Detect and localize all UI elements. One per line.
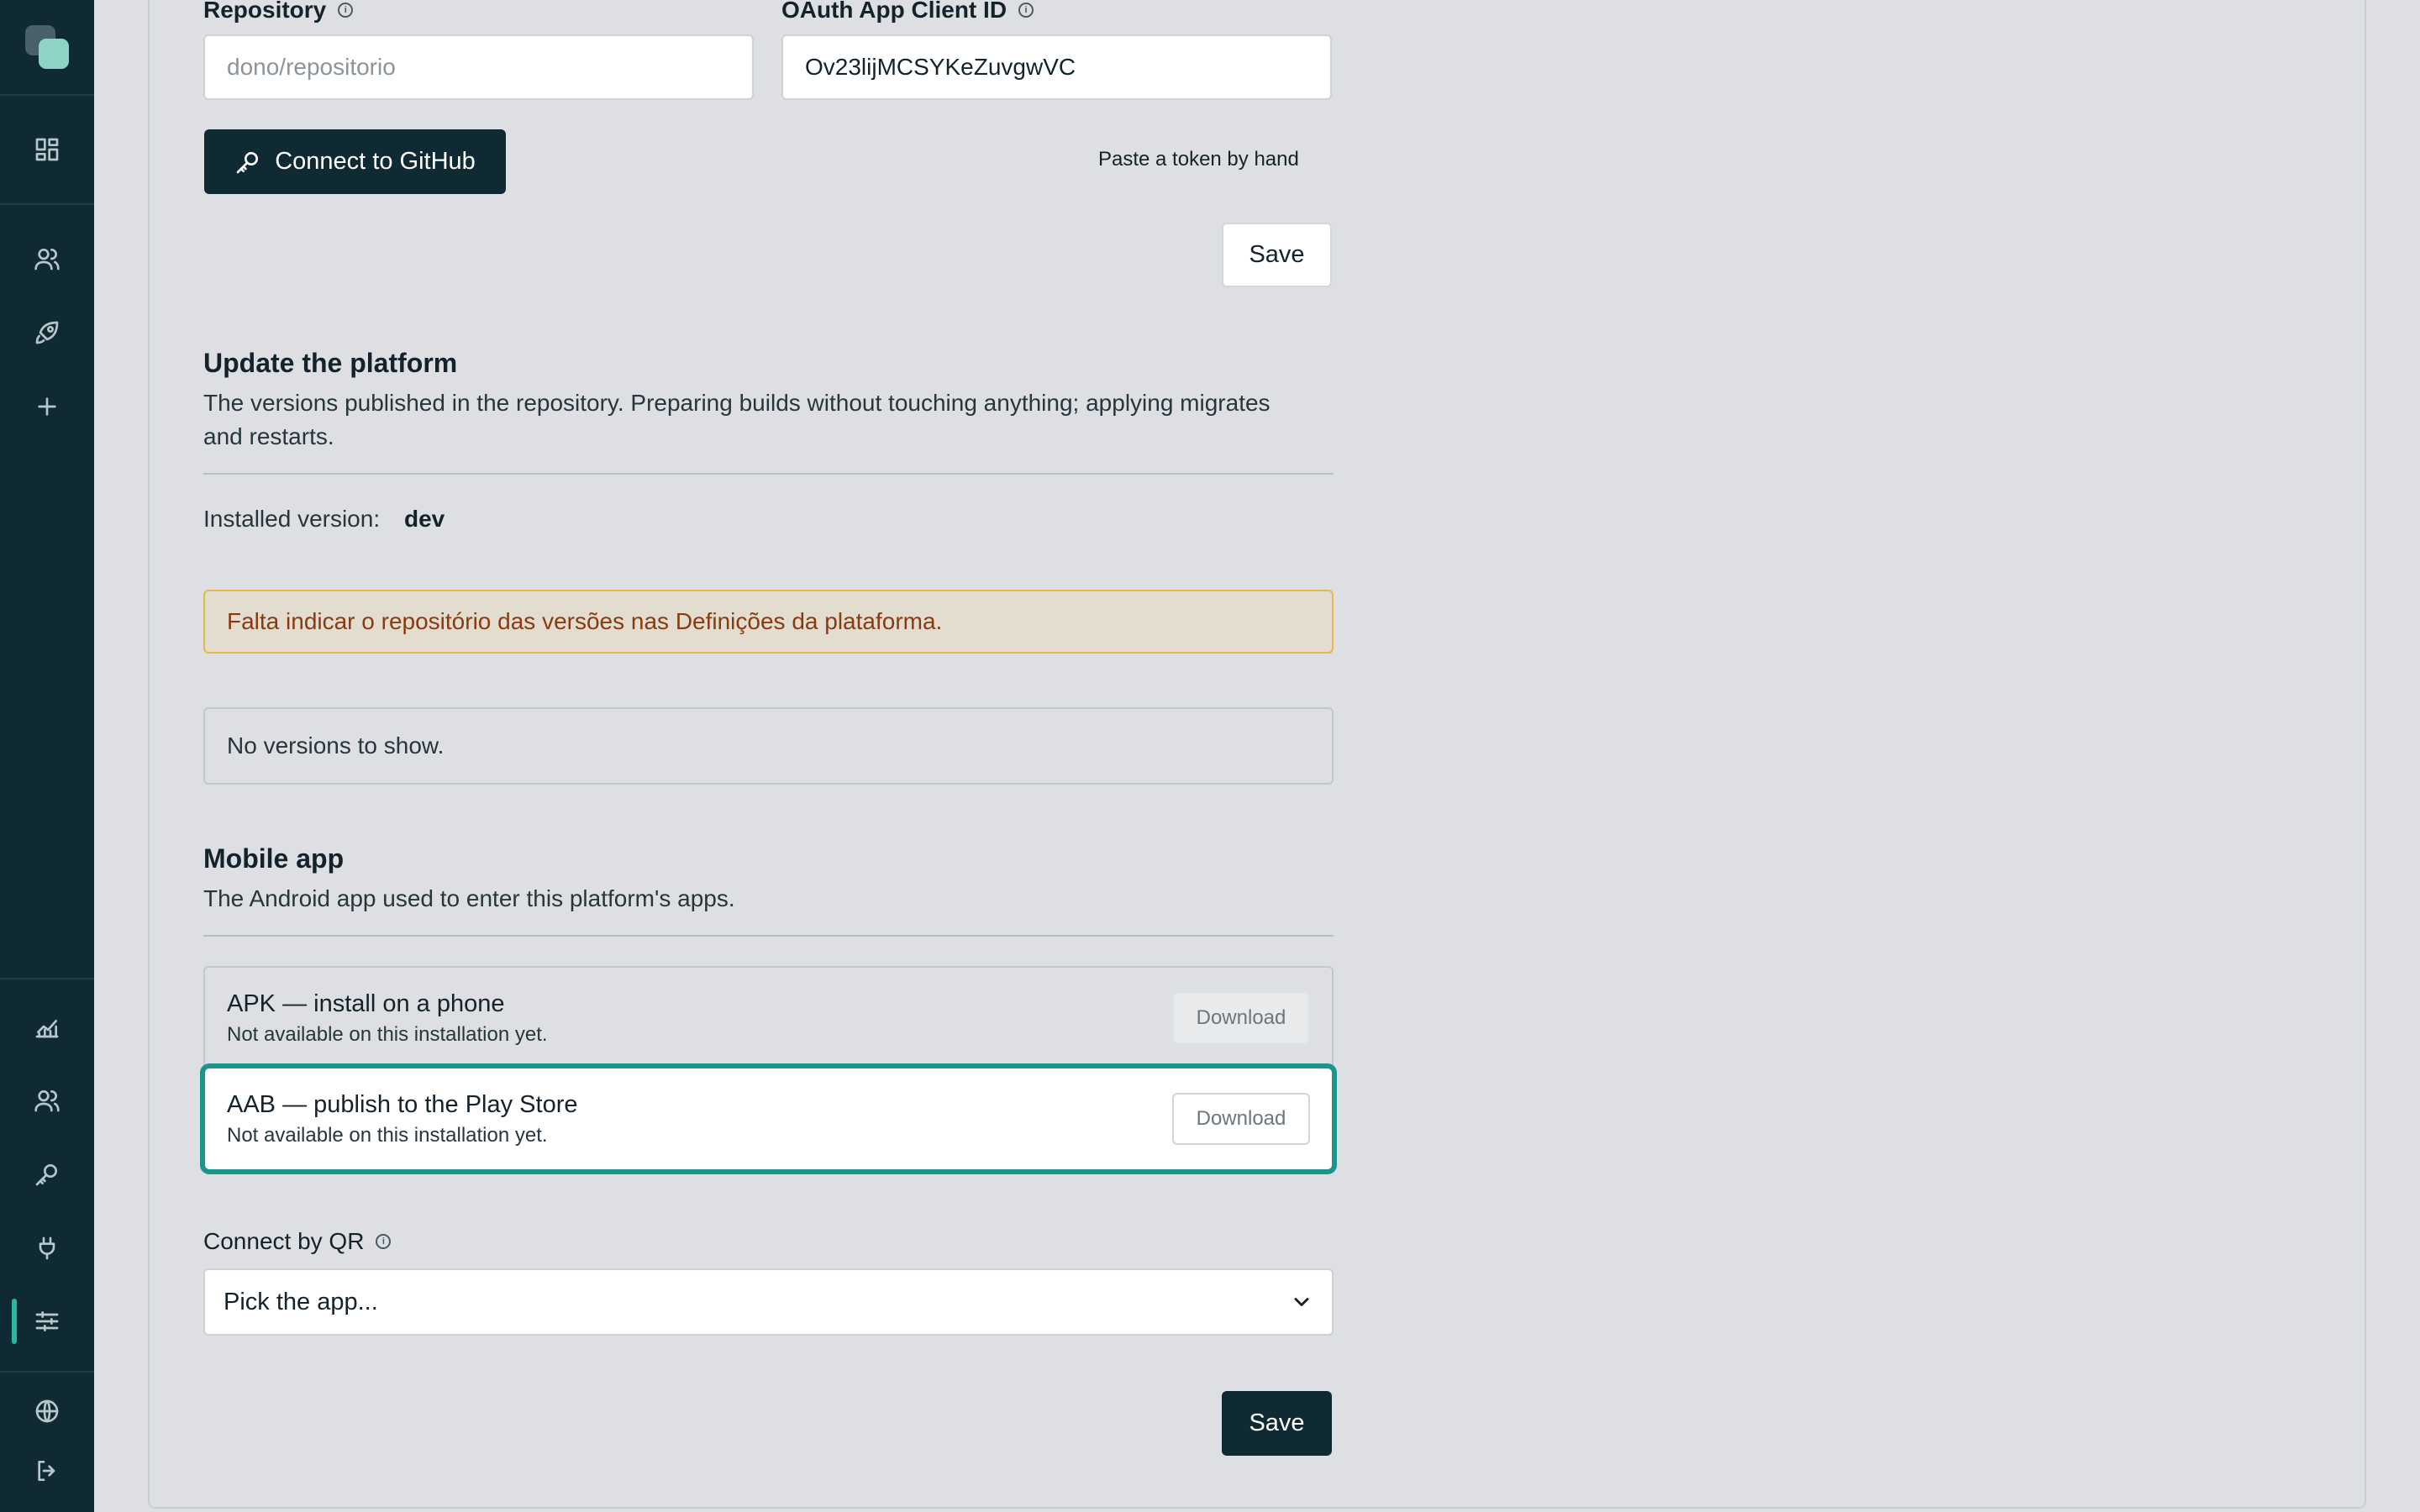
mobile-app-description: The Android app used to enter this platf… [203, 885, 735, 911]
chart-icon[interactable] [29, 1008, 66, 1045]
empty-state-text: No versions to show. [227, 732, 445, 759]
connect-github-button[interactable]: Connect to GitHub [204, 129, 506, 194]
aab-download-row[interactable]: AAB — publish to the Play Store Not avai… [201, 1064, 1336, 1173]
active-indicator [12, 1299, 17, 1344]
plug-icon[interactable] [29, 1230, 66, 1267]
section-divider [203, 473, 1334, 475]
sidebar-divider [0, 978, 94, 979]
warning-text: Falta indicar o repositório das versões … [227, 608, 943, 634]
connect-qr-label-text: Connect by QR [203, 1228, 365, 1254]
repository-input[interactable]: dono/repositorio [203, 34, 754, 100]
apk-subtitle: Not available on this installation yet. [227, 1022, 548, 1046]
warning-alert: Falta indicar o repositório das versões … [203, 590, 1334, 654]
info-icon[interactable]: i [338, 3, 354, 18]
apk-download-button[interactable]: Download [1172, 992, 1310, 1044]
aab-subtitle: Not available on this installation yet. [227, 1123, 548, 1147]
plus-icon[interactable] [29, 388, 66, 425]
users-icon[interactable] [29, 240, 66, 277]
team-icon[interactable] [29, 1082, 66, 1119]
save-mobile-button[interactable]: Save [1222, 1391, 1332, 1456]
repository-placeholder: dono/repositorio [227, 54, 396, 80]
logo-front-square [39, 39, 69, 69]
installed-version-label: Installed version: [203, 506, 381, 532]
apk-download-row: APK — install on a phone Not available o… [203, 966, 1334, 1070]
rocket-icon[interactable] [29, 314, 66, 351]
dashboard-icon[interactable] [29, 131, 66, 168]
aab-title: AAB — publish to the Play Store [227, 1090, 578, 1118]
app-logo[interactable] [25, 25, 69, 69]
connect-github-label: Connect to GitHub [275, 148, 476, 175]
sidebar-divider [0, 203, 94, 205]
app-picker-select[interactable]: Pick the app... [203, 1268, 1334, 1336]
update-platform-title: Update the platform [203, 348, 458, 378]
client-id-value: Ov23lijMCSYKeZuvgwVC [805, 54, 1076, 80]
sidebar-divider [0, 94, 94, 96]
info-icon[interactable]: i [376, 1234, 392, 1249]
update-platform-description: The versions published in the repository… [203, 390, 1270, 449]
mobile-app-title: Mobile app [203, 843, 345, 874]
section-divider [203, 935, 1334, 937]
key-icon[interactable] [29, 1156, 66, 1193]
aab-download-button[interactable]: Download [1172, 1093, 1310, 1145]
info-icon[interactable]: i [1018, 3, 1034, 18]
connect-qr-label: Connect by QR i [203, 1228, 392, 1255]
logout-icon[interactable] [29, 1452, 66, 1489]
key-icon [236, 151, 259, 173]
sidebar-divider [0, 1371, 94, 1373]
repository-label: Repository i [203, 0, 354, 24]
client-id-label-text: OAuth App Client ID [781, 0, 1007, 23]
installed-version-value: dev [404, 506, 445, 532]
save-mobile-label: Save [1249, 1410, 1305, 1436]
save-repo-button[interactable]: Save [1222, 223, 1332, 287]
sidebar [0, 0, 94, 1512]
app-picker-value: Pick the app... [224, 1288, 378, 1315]
globe-icon[interactable] [29, 1393, 66, 1430]
sliders-icon[interactable] [29, 1303, 66, 1340]
chevron-down-icon [1294, 1298, 1309, 1306]
client-id-input[interactable]: Ov23lijMCSYKeZuvgwVC [781, 34, 1332, 100]
versions-empty-state: No versions to show. [203, 707, 1334, 785]
paste-token-link[interactable]: Paste a token by hand [1098, 148, 1299, 171]
apk-title: APK — install on a phone [227, 990, 505, 1017]
repository-label-text: Repository [203, 0, 327, 23]
client-id-label: OAuth App Client ID i [781, 0, 1034, 24]
